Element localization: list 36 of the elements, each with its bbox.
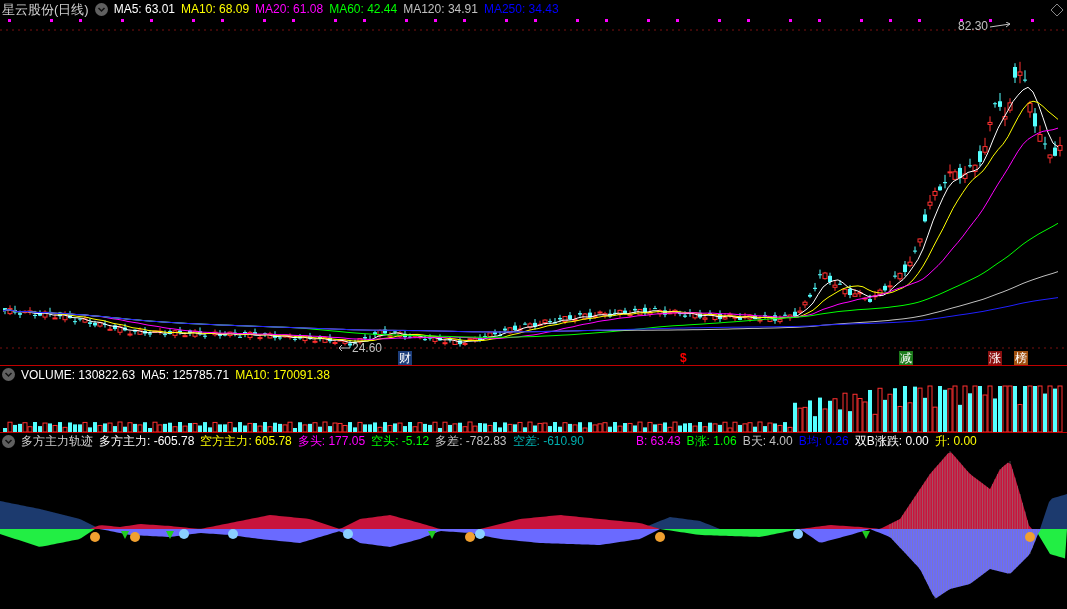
indicator-reading: 空方主力: 605.78	[200, 435, 292, 447]
price-label: 82.30	[958, 20, 989, 32]
indicator-title: 多方主力轨迹	[21, 435, 93, 447]
indicator-reading: B涨: 1.06	[686, 435, 737, 447]
indicator-reading: 多差: -782.83	[435, 435, 507, 447]
dropdown-icon[interactable]	[2, 368, 15, 381]
indicator-reading: 多头: 177.05	[297, 435, 366, 447]
indicator-reading: MA10: 170091.38	[235, 368, 330, 381]
indicator-reading: MA5: 125785.71	[141, 368, 230, 381]
dropdown-icon[interactable]	[2, 434, 15, 448]
indicator-reading: 多方主力: -605.78	[99, 435, 195, 447]
indicator-reading: 双B涨跌: 0.00	[854, 435, 929, 447]
diamond-icon[interactable]	[1050, 3, 1064, 17]
chart-title: 星云股份(日线)	[2, 2, 89, 16]
indicator-reading: 空头: -5.12	[371, 435, 430, 447]
indicator-reading: 升: 0.00	[934, 435, 977, 447]
indicator-reading: MA10: 68.09	[181, 3, 250, 15]
indicator-reading: B均: 0.26	[798, 435, 849, 447]
event-tag[interactable]: 减	[899, 351, 913, 365]
price-label: 24.60	[352, 342, 383, 354]
leader-line	[338, 344, 350, 352]
event-tag[interactable]: 涨	[988, 351, 1002, 365]
indicator-reading: 空差: -610.90	[512, 435, 584, 447]
leader-line	[990, 22, 1013, 30]
indicator-reading: B天: 4.00	[742, 435, 793, 447]
event-tag[interactable]: 榜	[1014, 351, 1028, 365]
event-tag[interactable]: 财	[398, 351, 412, 365]
indicator-reading: MA5: 63.01	[113, 3, 176, 15]
indicator-reading: MA120: 34.91	[403, 3, 478, 15]
indicator-reading: MA250: 34.43	[483, 3, 559, 15]
indicator-reading: MA20: 61.08	[255, 3, 324, 15]
indicator-reading: VOLUME: 130822.63	[21, 368, 136, 381]
indicator-reading: B: 63.43	[635, 435, 681, 447]
indicator-reading: MA60: 42.44	[329, 3, 398, 15]
dropdown-icon[interactable]	[94, 2, 108, 16]
event-tag[interactable]: $	[679, 351, 688, 365]
